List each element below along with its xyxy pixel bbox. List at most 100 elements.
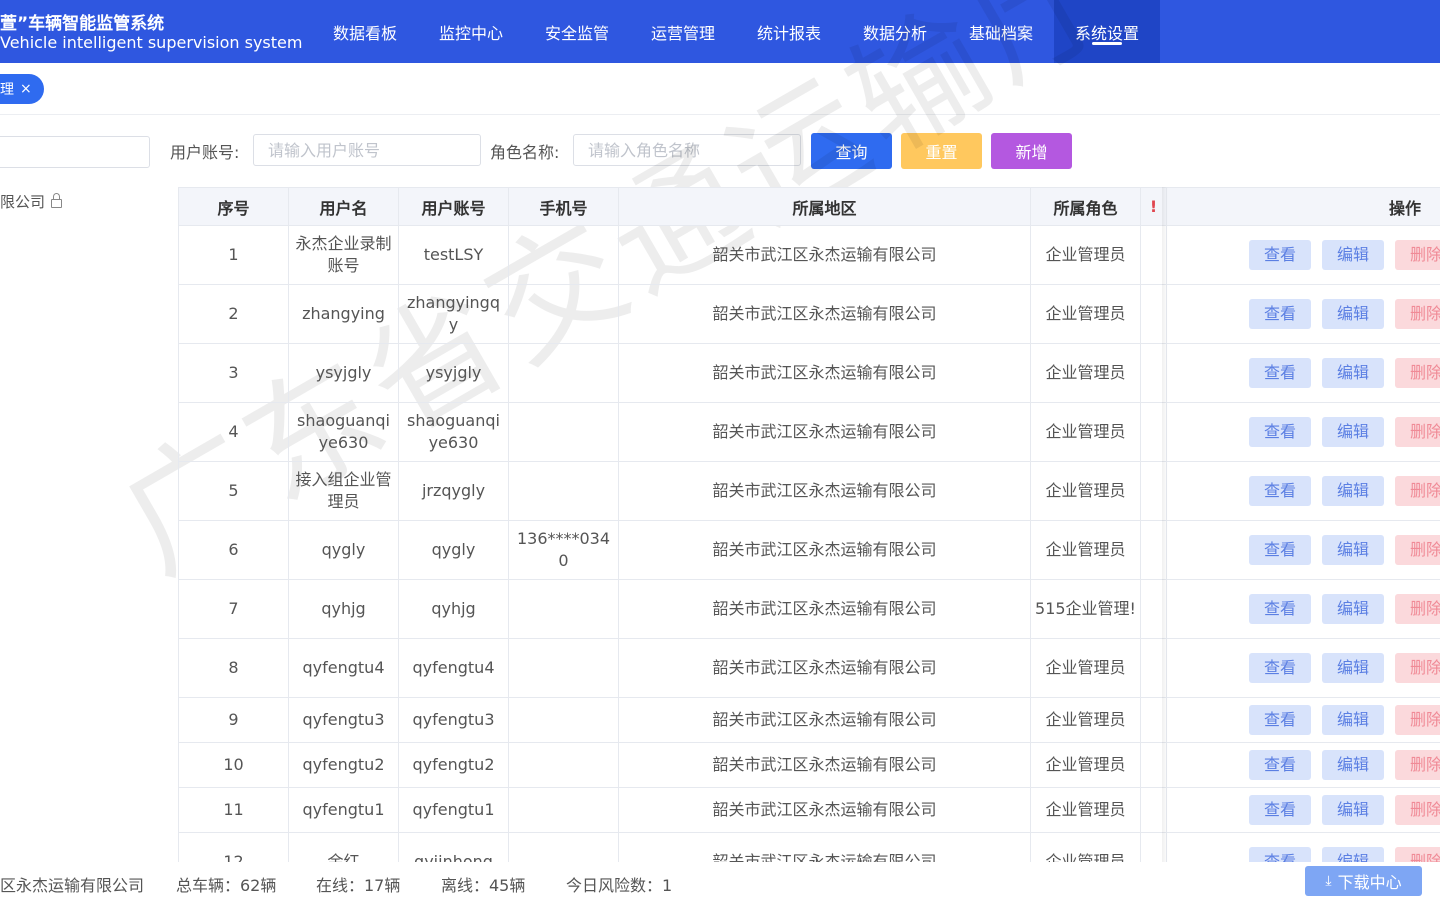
tree-node-company[interactable]: 限公司 [0, 191, 63, 212]
view-button[interactable]: 查看 [1249, 535, 1311, 565]
cell-role: 515企业管理! [1030, 579, 1141, 639]
edit-button[interactable]: 编辑 [1322, 847, 1384, 862]
delete-button[interactable]: 删除 [1395, 705, 1440, 735]
nav-archives[interactable]: 基础档案 [948, 0, 1054, 63]
delete-button[interactable]: 删除 [1395, 750, 1440, 780]
delete-button[interactable]: 删除 [1395, 240, 1440, 270]
tab-user-management[interactable]: 理 × [0, 74, 44, 104]
view-button[interactable]: 查看 [1249, 847, 1311, 862]
edit-button[interactable]: 编辑 [1322, 417, 1384, 447]
tree-search-input[interactable] [0, 136, 150, 168]
col-header-actions: 操作 [1166, 187, 1440, 226]
view-button[interactable]: 查看 [1249, 358, 1311, 388]
edit-button[interactable]: 编辑 [1322, 358, 1384, 388]
cell-no: 1 [178, 225, 289, 285]
cell-account: jrzqygly [398, 461, 509, 521]
cell-role: 企业管理员 [1030, 638, 1141, 698]
cell-region: 韶关市武江区永杰运输有限公司 [618, 787, 1031, 833]
tab-label: 理 [0, 82, 14, 98]
edit-button[interactable]: 编辑 [1322, 750, 1384, 780]
delete-button[interactable]: 删除 [1395, 594, 1440, 624]
cell-username: qygly [288, 520, 399, 580]
cell-no: 2 [178, 284, 289, 344]
table-row: 10 qyfengtu2 qyfengtu2 韶关市武江区永杰运输有限公司 企业管理员查… [178, 742, 1440, 788]
cell-account: qyfengtu3 [398, 697, 509, 743]
cell-status [1140, 638, 1167, 698]
delete-button[interactable]: 删除 [1395, 476, 1440, 506]
nav-analysis[interactable]: 数据分析 [842, 0, 948, 63]
table-row: 3 ysyjgly ysyjgly 韶关市武江区永杰运输有限公司 企业管理员 查看 编辑 删除 [178, 343, 1440, 403]
top-header: 萱”车辆智能监管系统 Vehicle intelligent supervisi… [0, 0, 1440, 63]
nav-safety[interactable]: 安全监管 [524, 0, 630, 63]
nav-reports[interactable]: 统计报表 [736, 0, 842, 63]
cell-status [1140, 579, 1167, 639]
view-button[interactable]: 查看 [1249, 299, 1311, 329]
cell-username: 余红 [288, 832, 399, 862]
cell-region: 韶关市武江区永杰运输有限公司 [618, 402, 1031, 462]
view-button[interactable]: 查看 [1249, 240, 1311, 270]
edit-button[interactable]: 编辑 [1322, 795, 1384, 825]
table-row: 4 shaoguanqiye630 shaoguanqiye630 韶关市武江区永杰运… [178, 402, 1440, 462]
cell-no: 6 [178, 520, 289, 580]
cell-actions: 查看 编辑 删除 [1166, 697, 1440, 743]
download-center-button[interactable]: ⤓ 下载中心 [1305, 866, 1422, 896]
table-row: 1 永杰企业录制账号 testLSY 韶关市武江区永杰运输有限公司 企业管理员 查看 编辑删… [178, 225, 1440, 285]
col-header-account: 用户账号 [398, 187, 509, 226]
add-button[interactable]: 新增 [991, 133, 1072, 169]
role-search-input[interactable] [573, 134, 801, 166]
edit-button[interactable]: 编辑 [1322, 535, 1384, 565]
cell-no: 3 [178, 343, 289, 403]
cell-username: 永杰企业录制账号 [288, 225, 399, 285]
view-button[interactable]: 查看 [1249, 795, 1311, 825]
edit-button[interactable]: 编辑 [1322, 240, 1384, 270]
cell-username: qyfengtu2 [288, 742, 399, 788]
view-button[interactable]: 查看 [1249, 476, 1311, 506]
edit-button[interactable]: 编辑 [1322, 594, 1384, 624]
table-header-row: 序号 用户名 用户账号 手机号 所属地区 所属角色 ! 操作 [178, 187, 1440, 226]
nav-operations[interactable]: 运营管理 [630, 0, 736, 63]
nav-monitoring[interactable]: 监控中心 [418, 0, 524, 63]
cell-region: 韶关市武江区永杰运输有限公司 [618, 520, 1031, 580]
col-header-username: 用户名 [288, 187, 399, 226]
footer-offline: 离线：45辆 [441, 876, 526, 895]
delete-button[interactable]: 删除 [1395, 795, 1440, 825]
cell-status [1140, 343, 1167, 403]
cell-phone [508, 832, 619, 862]
edit-button[interactable]: 编辑 [1322, 299, 1384, 329]
nav-dashboard[interactable]: 数据看板 [312, 0, 418, 63]
delete-button[interactable]: 删除 [1395, 299, 1440, 329]
account-search-input[interactable] [253, 134, 481, 166]
view-button[interactable]: 查看 [1249, 594, 1311, 624]
cell-username: zhangying [288, 284, 399, 344]
tree-node-label: 限公司 [0, 193, 46, 211]
cell-no: 5 [178, 461, 289, 521]
delete-button[interactable]: 删除 [1395, 653, 1440, 683]
cell-no: 7 [178, 579, 289, 639]
table-row: 12 余红 qyjinhong 韶关市武江区永杰运输有限公司 企业管理员 查看 编辑 删除 [178, 832, 1440, 862]
cell-account: qygly [398, 520, 509, 580]
edit-button[interactable]: 编辑 [1322, 705, 1384, 735]
cell-role: 企业管理员 [1030, 520, 1141, 580]
col-header-role: 所属角色 [1030, 187, 1141, 226]
close-icon[interactable]: × [20, 81, 32, 97]
cell-region: 韶关市武江区永杰运输有限公司 [618, 461, 1031, 521]
cell-actions: 查看 编辑 删除 [1166, 402, 1440, 462]
reset-button[interactable]: 重置 [901, 133, 982, 169]
edit-button[interactable]: 编辑 [1322, 476, 1384, 506]
delete-button[interactable]: 删除 [1395, 358, 1440, 388]
view-button[interactable]: 查看 [1249, 417, 1311, 447]
user-table: 序号 用户名 用户账号 手机号 所属地区 所属角色 ! 操作 1 永杰企业录制账号… [178, 187, 1440, 862]
delete-button[interactable]: 删除 [1395, 417, 1440, 447]
delete-button[interactable]: 删除 [1395, 847, 1440, 862]
query-button[interactable]: 查询 [811, 133, 892, 169]
delete-button[interactable]: 删除 [1395, 535, 1440, 565]
cell-phone [508, 461, 619, 521]
cell-actions: 查看 编辑 删除 [1166, 787, 1440, 833]
view-button[interactable]: 查看 [1249, 750, 1311, 780]
view-button[interactable]: 查看 [1249, 705, 1311, 735]
cell-status [1140, 225, 1167, 285]
edit-button[interactable]: 编辑 [1322, 653, 1384, 683]
cell-account: qyfengtu1 [398, 787, 509, 833]
view-button[interactable]: 查看 [1249, 653, 1311, 683]
nav-system-settings[interactable]: 系统设置 [1054, 0, 1160, 63]
